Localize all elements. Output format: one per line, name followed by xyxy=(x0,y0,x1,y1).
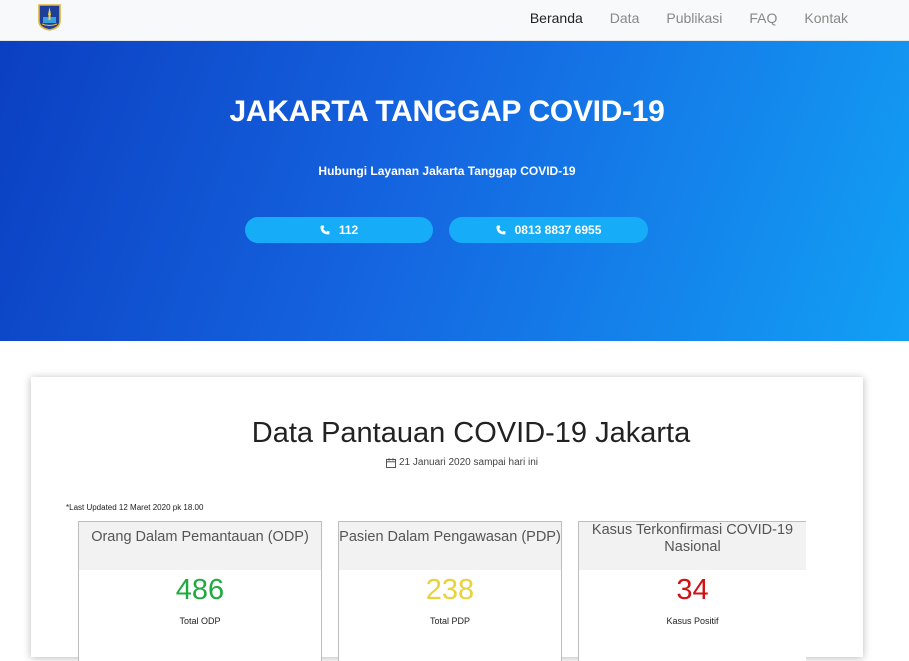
nav-kontak[interactable]: Kontak xyxy=(804,10,848,26)
data-card: Data Pantauan COVID-19 Jakarta 21 Januar… xyxy=(31,377,863,661)
phone-icon xyxy=(320,225,330,235)
jakarta-crest-logo[interactable] xyxy=(37,3,62,31)
stat-card-odp: Orang Dalam Pemantauan (ODP) 486 Total O… xyxy=(78,521,322,661)
stat-header-positif: Kasus Terkonfirmasi COVID-19 Nasional xyxy=(579,522,806,570)
stat-card-positif: Kasus Terkonfirmasi COVID-19 Nasional 34… xyxy=(578,521,806,661)
date-range-text: 21 Januari 2020 sampai hari ini xyxy=(399,457,538,468)
phone-icon xyxy=(496,225,506,235)
call-hotline-label: 0813 8837 6955 xyxy=(514,223,602,237)
stat-header-odp: Orang Dalam Pemantauan (ODP) xyxy=(79,522,321,570)
stat-value-odp: 486 xyxy=(175,574,225,606)
call-hotline-button[interactable]: 0813 8837 6955 xyxy=(449,217,648,243)
stat-label-positif: Kasus Positif xyxy=(666,616,719,626)
last-updated: *Last Updated 12 Maret 2020 pk 18.00 xyxy=(66,503,204,512)
calendar-icon xyxy=(386,457,396,468)
hero-title: JAKARTA TANGGAP COVID-19 xyxy=(229,95,665,128)
stat-value-positif: 34 xyxy=(676,574,709,606)
nav-publikasi[interactable]: Publikasi xyxy=(666,10,722,26)
stat-value-pdp: 238 xyxy=(425,574,475,606)
call-112-label: 112 xyxy=(338,223,359,237)
nav-faq[interactable]: FAQ xyxy=(749,10,777,26)
main-nav: Beranda Data Publikasi FAQ Kontak xyxy=(503,0,848,35)
stat-card-pdp: Pasien Dalam Pengawasan (PDP) 238 Total … xyxy=(338,521,562,661)
data-section-title: Data Pantauan COVID-19 Jakarta xyxy=(251,417,691,449)
nav-data[interactable]: Data xyxy=(610,10,640,26)
hero-subtitle: Hubungi Layanan Jakarta Tanggap COVID-19 xyxy=(318,164,576,178)
date-range: 21 Januari 2020 sampai hari ini xyxy=(31,457,893,468)
call-112-button[interactable]: 112 xyxy=(245,217,433,243)
stat-header-pdp: Pasien Dalam Pengawasan (PDP) xyxy=(339,522,561,570)
stat-label-odp: Total ODP xyxy=(179,616,221,626)
navbar: Beranda Data Publikasi FAQ Kontak xyxy=(0,0,909,41)
hero-banner: JAKARTA TANGGAP COVID-19 Hubungi Layanan… xyxy=(0,41,909,341)
stat-label-pdp: Total PDP xyxy=(429,616,471,626)
nav-beranda[interactable]: Beranda xyxy=(530,10,583,26)
